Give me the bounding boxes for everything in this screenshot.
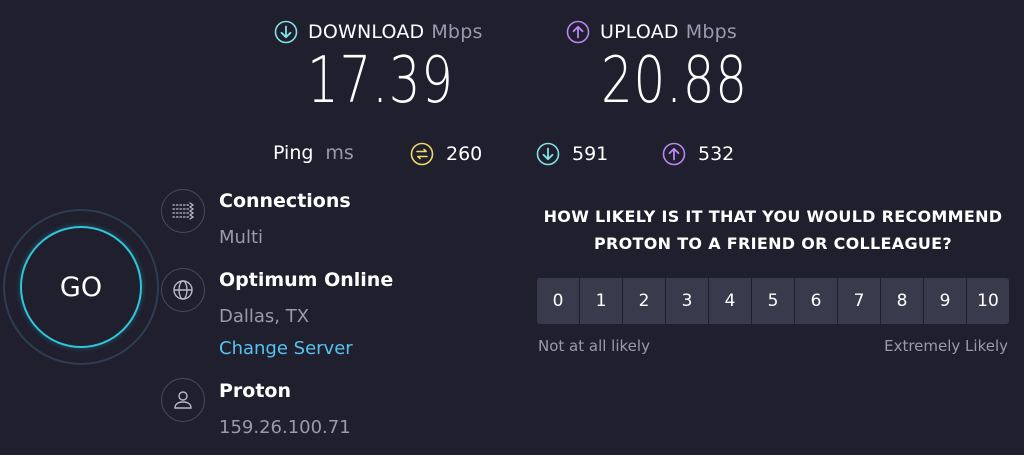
upload-value: 20.88 — [601, 44, 748, 118]
survey-question-line1: HOW LIKELY IS IT THAT YOU WOULD RECOMMEN… — [543, 207, 1003, 226]
connections-icon — [172, 202, 194, 220]
download-unit: Mbps — [431, 21, 483, 43]
ping-download-value: 591 — [572, 143, 609, 165]
survey-option-6[interactable]: 6 — [795, 278, 837, 324]
globe-icon — [173, 280, 193, 300]
survey-option-7[interactable]: 7 — [838, 278, 880, 324]
upload-arrow-icon — [566, 20, 590, 44]
ping-row: Ping ms — [273, 142, 354, 164]
change-server-link[interactable]: Change Server — [219, 338, 353, 359]
ping-idle-value: 260 — [446, 143, 483, 165]
go-button-ring: GO — [3, 209, 159, 365]
survey-question: HOW LIKELY IS IT THAT YOU WOULD RECOMMEN… — [528, 203, 1018, 257]
isp-location: Dallas, TX — [219, 306, 310, 327]
survey-option-10[interactable]: 10 — [967, 278, 1009, 324]
ping-unit: ms — [325, 142, 354, 164]
ping-upload: 532 — [662, 142, 734, 166]
survey-option-1[interactable]: 1 — [580, 278, 622, 324]
connections-icon-wrap — [161, 189, 205, 233]
survey-option-3[interactable]: 3 — [666, 278, 708, 324]
connections-title: Connections — [219, 190, 351, 212]
host-ip: 159.26.100.71 — [219, 417, 351, 438]
upload-arrow-icon — [662, 142, 686, 166]
ping-download: 591 — [536, 142, 608, 166]
download-arrow-icon — [536, 142, 560, 166]
host-title: Proton — [219, 380, 292, 402]
survey-option-0[interactable]: 0 — [537, 278, 579, 324]
survey-scale: 0 1 2 3 4 5 6 7 8 9 10 — [537, 278, 1009, 324]
survey-option-9[interactable]: 9 — [924, 278, 966, 324]
isp-icon-wrap — [161, 268, 205, 312]
survey-low-label: Not at all likely — [538, 337, 650, 355]
survey-option-2[interactable]: 2 — [623, 278, 665, 324]
download-header: DOWNLOAD Mbps — [274, 20, 483, 44]
survey-option-5[interactable]: 5 — [752, 278, 794, 324]
ping-upload-value: 532 — [698, 143, 735, 165]
ping-idle: 260 — [410, 142, 482, 166]
download-value: 17.39 — [307, 44, 454, 118]
survey-question-line2: PROTON TO A FRIEND OR COLLEAGUE? — [593, 234, 952, 253]
user-icon — [174, 391, 192, 409]
upload-header: UPLOAD Mbps — [566, 20, 737, 44]
isp-title: Optimum Online — [219, 269, 394, 291]
survey-option-8[interactable]: 8 — [881, 278, 923, 324]
connections-value: Multi — [219, 227, 263, 248]
download-label: DOWNLOAD — [308, 21, 425, 43]
ping-idle-icon — [410, 142, 434, 166]
upload-unit: Mbps — [685, 21, 737, 43]
survey-high-label: Extremely Likely — [884, 337, 1008, 355]
go-button[interactable]: GO — [20, 226, 142, 348]
survey-option-4[interactable]: 4 — [709, 278, 751, 324]
upload-label: UPLOAD — [600, 21, 679, 43]
host-icon-wrap — [161, 378, 205, 422]
ping-label: Ping — [273, 142, 314, 164]
download-arrow-icon — [274, 20, 298, 44]
